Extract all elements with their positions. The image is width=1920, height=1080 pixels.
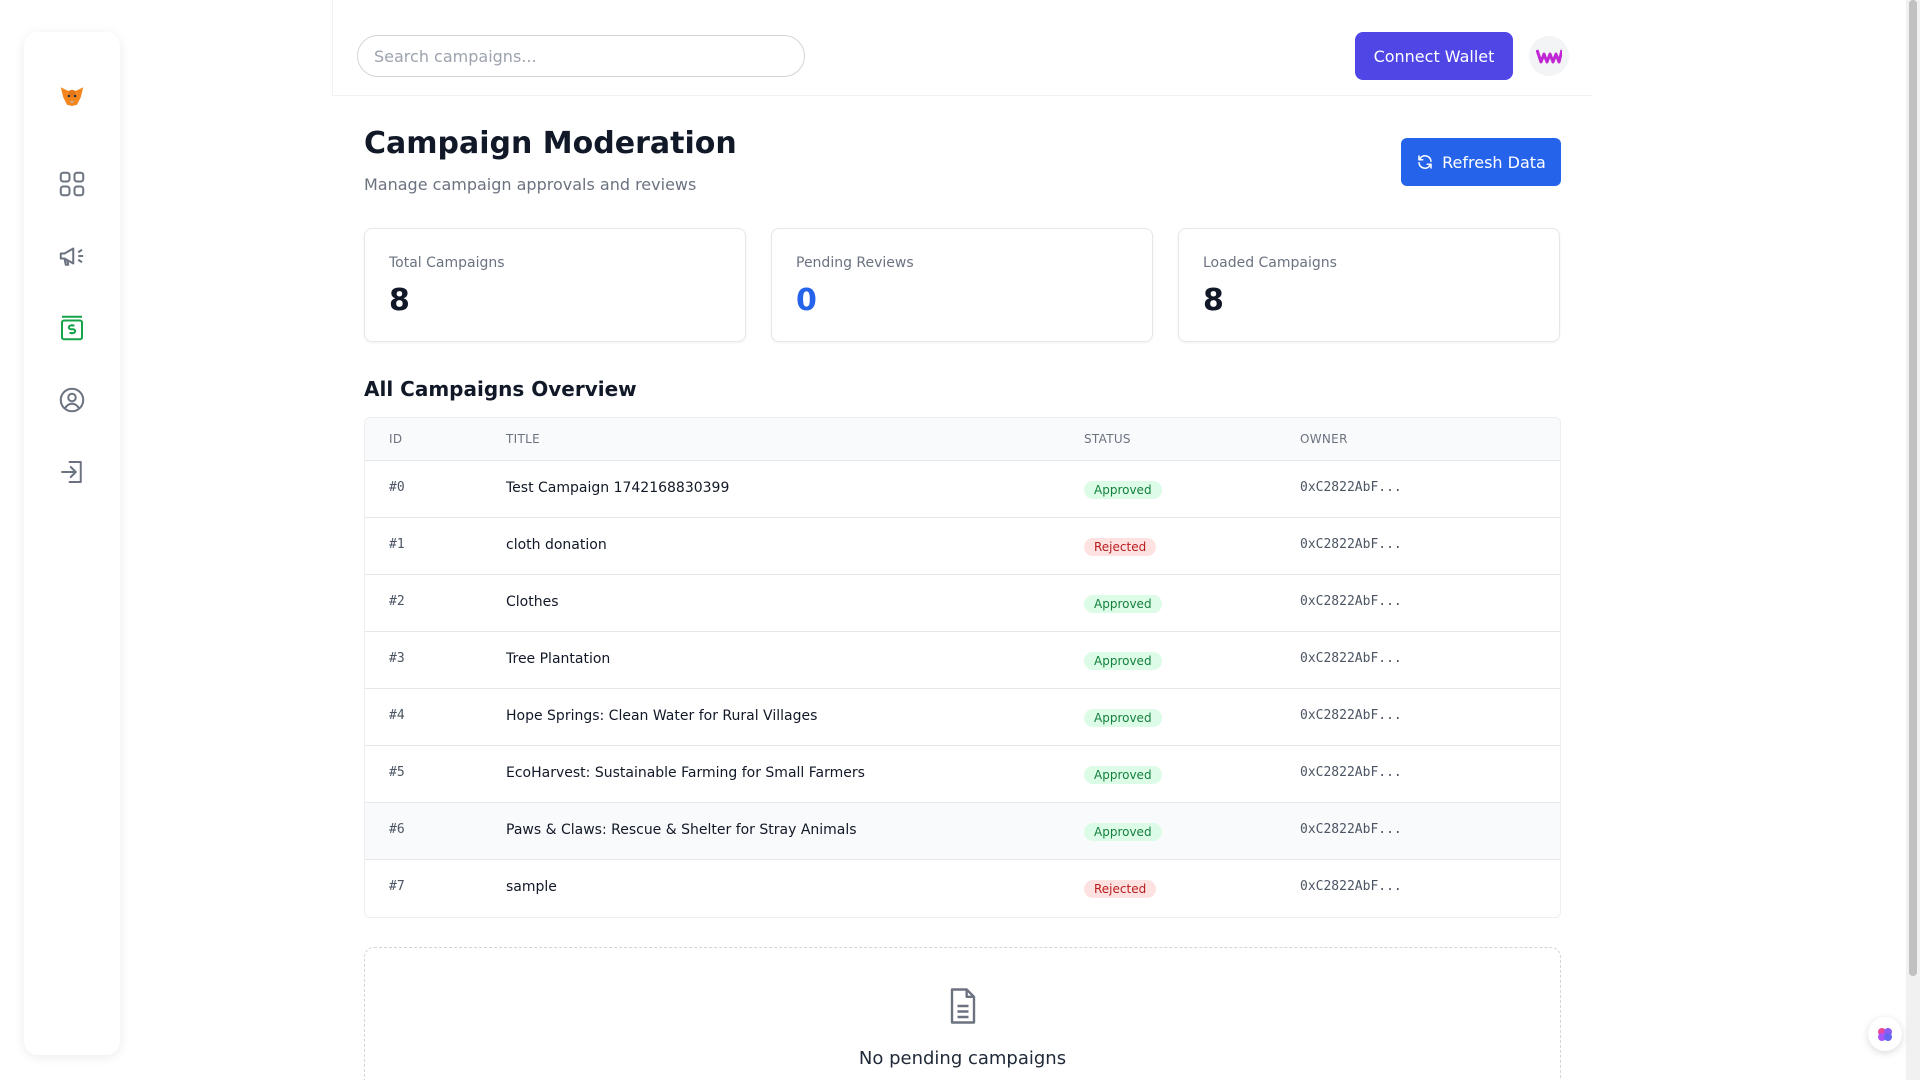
table-row[interactable]: #0 Test Campaign 1742168830399 Approved 0xC… [365,461,1560,518]
stat-value: 8 [1203,283,1224,318]
owner-address: 0xC2822AbF... [1300,765,1402,780]
campaigns-table: ID TITLE STATUS OWNER #0 Test Campaign 17… [364,417,1561,918]
status-badge: Approved [1084,652,1162,670]
refresh-icon [1418,155,1432,169]
scrollbar[interactable] [1906,0,1920,1080]
campaign-title: Hope Springs: Clean Water for Rural Vill… [506,708,818,724]
stat-label: Pending Reviews [796,255,914,271]
scrollbar-thumb[interactable] [1909,0,1917,976]
column-header-status: STATUS [1084,432,1131,446]
wallet-logo-icon [1536,49,1562,64]
logout-icon[interactable] [48,448,96,496]
owner-address: 0xC2822AbF... [1300,537,1402,552]
table-row[interactable]: #3 Tree Plantation Approved 0xC2822AbF... [365,632,1560,689]
table-row[interactable]: #7 sample Rejected 0xC2822AbF... [365,860,1560,917]
search-input[interactable] [357,35,805,77]
campaign-title: cloth donation [506,537,607,553]
sidebar [24,32,120,1055]
column-header-owner: OWNER [1300,432,1348,446]
table-body: #0 Test Campaign 1742168830399 Approved 0xC… [365,461,1560,917]
stat-value: 8 [389,283,410,318]
status-badge: Approved [1084,766,1162,784]
owner-address: 0xC2822AbF... [1300,708,1402,723]
stat-card-pending: Pending Reviews 0 [771,228,1153,342]
owner-address: 0xC2822AbF... [1300,879,1402,894]
campaign-id: #1 [389,537,405,552]
connect-wallet-button[interactable]: Connect Wallet [1355,32,1513,80]
stat-card-loaded: Loaded Campaigns 8 [1178,228,1560,342]
refresh-data-button[interactable]: Refresh Data [1401,138,1561,186]
table-header: ID TITLE STATUS OWNER [365,418,1560,461]
refresh-label: Refresh Data [1442,152,1546,172]
table-row[interactable]: #5 EcoHarvest: Sustainable Farming for Sm… [365,746,1560,803]
campaign-title: Tree Plantation [506,651,611,667]
empty-text: No pending campaigns [858,1048,1067,1069]
document-icon [950,988,976,1024]
wallet-logo-avatar[interactable] [1529,36,1569,76]
metamask-fox-icon[interactable] [48,72,96,120]
stat-label: Total Campaigns [389,255,505,271]
campaign-title: Paws & Claws: Rescue & Shelter for Stray… [506,822,857,838]
status-badge: Approved [1084,709,1162,727]
table-row[interactable]: #6 Paws & Claws: Rescue & Shelter for Str… [365,803,1560,860]
megaphone-icon[interactable] [48,232,96,280]
owner-address: 0xC2822AbF... [1300,822,1402,837]
owner-address: 0xC2822AbF... [1300,651,1402,666]
assistant-button[interactable] [1868,1017,1902,1051]
table-row[interactable]: #4 Hope Springs: Clean Water for Rural Vi… [365,689,1560,746]
pending-empty-state: No pending campaigns [364,947,1561,1080]
column-header-id: ID [389,432,403,446]
brain-icon [1878,1028,1892,1041]
campaign-id: #4 [389,708,405,723]
table-row[interactable]: #2 Clothes Approved 0xC2822AbF... [365,575,1560,632]
stat-value: 0 [796,283,817,318]
stat-label: Loaded Campaigns [1203,255,1337,271]
campaign-id: #6 [389,822,405,837]
status-badge: Approved [1084,595,1162,613]
status-badge: Rejected [1084,538,1157,556]
status-badge: Approved [1084,481,1162,499]
section-title: All Campaigns Overview [364,377,637,401]
campaign-title: Test Campaign 1742168830399 [506,480,730,496]
campaign-title: EcoHarvest: Sustainable Farming for Smal… [506,765,865,781]
campaign-id: #7 [389,879,405,894]
status-badge: Approved [1084,823,1162,841]
owner-address: 0xC2822AbF... [1300,594,1402,609]
page-subtitle: Manage campaign approvals and reviews [364,175,697,194]
campaign-id: #3 [389,651,405,666]
stat-card-total: Total Campaigns 8 [364,228,746,342]
page-title: Campaign Moderation [364,126,737,161]
column-header-title: TITLE [506,432,540,446]
campaign-title: sample [506,879,557,895]
owner-address: 0xC2822AbF... [1300,480,1402,495]
payment-icon[interactable] [48,304,96,352]
table-row[interactable]: #1 cloth donation Rejected 0xC2822AbF... [365,518,1560,575]
dashboard-grid-icon[interactable] [48,160,96,208]
campaign-title: Clothes [506,594,559,610]
profile-icon[interactable] [48,376,96,424]
status-badge: Rejected [1084,880,1157,898]
campaign-id: #5 [389,765,405,780]
campaign-id: #2 [389,594,405,609]
campaign-id: #0 [389,480,405,495]
